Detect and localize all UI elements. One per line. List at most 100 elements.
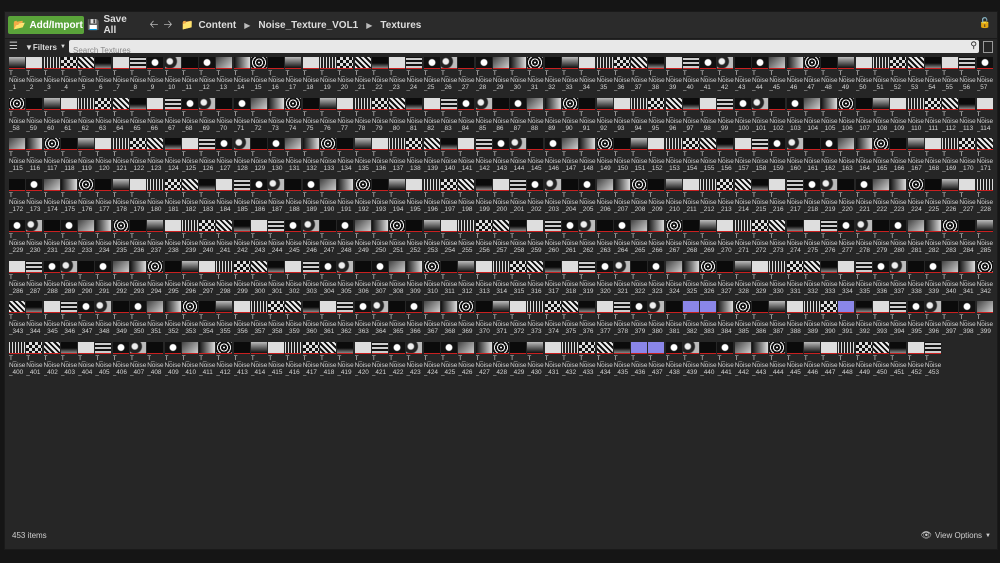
asset-tile[interactable]: T_ Noise _48 (821, 57, 838, 97)
asset-tile[interactable]: T_ Noise _23 (389, 57, 406, 97)
asset-tile[interactable]: T_ Noise _116 (26, 138, 43, 178)
asset-tile[interactable]: T_ Noise _58 (9, 97, 25, 138)
asset-tile[interactable]: T_ Noise _126 (199, 138, 215, 178)
asset-tile[interactable]: T_ Noise _409 (164, 341, 181, 382)
asset-tile[interactable]: T_ Noise _277 (838, 219, 855, 260)
asset-tile[interactable]: T_ Noise _51 (873, 57, 889, 97)
asset-tile[interactable]: T_ Noise _66 (147, 97, 164, 138)
asset-tile[interactable]: T_ Noise _70 (216, 97, 233, 138)
asset-tile[interactable]: T_ Noise _328 (734, 260, 751, 301)
asset-tile[interactable]: T_ Noise _287 (26, 260, 43, 301)
asset-tile[interactable]: T_ Noise _241 (216, 219, 233, 260)
asset-tile[interactable]: T_ Noise _243 (250, 219, 267, 260)
asset-tile[interactable]: T_ Noise _173 (26, 179, 43, 219)
asset-tile[interactable]: T_ Noise _281 (907, 219, 924, 260)
asset-tile[interactable]: T_ Noise _364 (371, 301, 388, 341)
asset-tile[interactable]: T_ Noise _288 (43, 260, 60, 301)
asset-tile[interactable]: T_ Noise _249 (354, 219, 371, 260)
asset-tile[interactable]: T_ Noise _292 (112, 260, 129, 301)
asset-tile[interactable]: T_ Noise _125 (181, 138, 198, 178)
asset-tile[interactable]: T_ Noise _34 (579, 57, 596, 97)
asset-tile[interactable]: T_ Noise _60 (43, 97, 60, 138)
asset-tile[interactable]: T_ Noise _283 (942, 219, 958, 260)
asset-tile[interactable]: T_ Noise _135 (354, 138, 371, 178)
asset-tile[interactable]: T_ Noise _148 (579, 138, 596, 178)
asset-tile[interactable]: T_ Noise _350 (129, 301, 146, 341)
asset-tile[interactable]: T_ Noise _176 (78, 179, 94, 219)
asset-tile[interactable]: T_ Noise _411 (199, 341, 215, 382)
asset-tile[interactable]: T_ Noise _67 (164, 97, 181, 138)
asset-tile[interactable]: T_ Noise _158 (752, 138, 768, 178)
asset-tile[interactable]: T_ Noise _263 (596, 219, 613, 260)
asset-tile[interactable]: T_ Noise _209 (648, 179, 665, 219)
asset-tile[interactable]: T_ Noise _156 (717, 138, 734, 178)
asset-tile[interactable]: T_ Noise _414 (250, 341, 267, 382)
asset-tile[interactable]: T_ Noise _178 (112, 179, 129, 219)
asset-tile[interactable]: T_ Noise _3 (43, 57, 60, 97)
asset-tile[interactable]: T_ Noise _203 (544, 179, 561, 219)
asset-tile[interactable]: T_ Noise _275 (803, 219, 820, 260)
asset-tile[interactable]: T_ Noise _410 (181, 341, 198, 382)
asset-tile[interactable]: T_ Noise _297 (199, 260, 215, 301)
asset-tile[interactable]: T_ Noise _254 (441, 219, 457, 260)
asset-tile[interactable]: T_ Noise _306 (354, 260, 371, 301)
asset-tile[interactable]: T_ Noise _106 (838, 97, 855, 138)
asset-tile[interactable]: T_ Noise _358 (268, 301, 285, 341)
asset-tile[interactable]: T_ Noise _236 (129, 219, 146, 260)
asset-tile[interactable]: T_ Noise _387 (769, 301, 786, 341)
asset-tile[interactable]: T_ Noise _89 (544, 97, 561, 138)
asset-tile[interactable]: T_ Noise _266 (648, 219, 665, 260)
asset-tile[interactable]: T_ Noise _363 (354, 301, 371, 341)
asset-tile[interactable]: T_ Noise _52 (890, 57, 907, 97)
asset-tile[interactable]: T_ Noise _62 (78, 97, 94, 138)
asset-tile[interactable]: T_ Noise _42 (717, 57, 734, 97)
asset-tile[interactable]: T_ Noise _444 (769, 341, 786, 382)
asset-tile[interactable]: T_ Noise _130 (268, 138, 285, 178)
asset-tile[interactable]: T_ Noise _384 (717, 301, 734, 341)
asset-tile[interactable]: T_ Noise _88 (527, 97, 544, 138)
asset-tile[interactable]: T_ Noise _426 (458, 341, 475, 382)
asset-tile[interactable]: T_ Noise _10 (164, 57, 181, 97)
asset-tile[interactable]: T_ Noise _438 (665, 341, 682, 382)
asset-tile[interactable]: T_ Noise _290 (78, 260, 94, 301)
asset-tile[interactable]: T_ Noise _252 (406, 219, 423, 260)
asset-tile[interactable]: T_ Noise _273 (769, 219, 786, 260)
asset-tile[interactable]: T_ Noise _377 (596, 301, 613, 341)
asset-tile[interactable]: T_ Noise _32 (544, 57, 561, 97)
asset-tile[interactable]: T_ Noise _289 (60, 260, 77, 301)
asset-tile[interactable]: T_ Noise _247 (320, 219, 336, 260)
asset-tile[interactable]: T_ Noise _74 (285, 97, 302, 138)
asset-tile[interactable]: T_ Noise _301 (268, 260, 285, 301)
sources-panel-toggle[interactable] (983, 41, 993, 53)
asset-tile[interactable]: T_ Noise _136 (371, 138, 388, 178)
asset-tile[interactable]: T_ Noise _429 (510, 341, 526, 382)
asset-tile[interactable]: T_ Noise _73 (268, 97, 285, 138)
asset-tile[interactable]: T_ Noise _140 (441, 138, 457, 178)
asset-tile[interactable]: T_ Noise _117 (43, 138, 60, 178)
asset-tile[interactable]: T_ Noise _102 (769, 97, 786, 138)
asset-tile[interactable]: T_ Noise _260 (544, 219, 561, 260)
asset-tile[interactable]: T_ Noise _38 (648, 57, 665, 97)
asset-tile[interactable]: T_ Noise _304 (320, 260, 336, 301)
asset-tile[interactable]: T_ Noise _348 (95, 301, 112, 341)
asset-tile[interactable]: T_ Noise _141 (458, 138, 475, 178)
asset-tile[interactable]: T_ Noise _161 (803, 138, 820, 178)
asset-tile[interactable]: T_ Noise _122 (129, 138, 146, 178)
asset-tile[interactable]: T_ Noise _325 (682, 260, 699, 301)
asset-tile[interactable]: T_ Noise _395 (907, 301, 924, 341)
asset-tile[interactable]: T_ Noise _294 (147, 260, 164, 301)
asset-tile[interactable]: T_ Noise _223 (890, 179, 907, 219)
asset-tile[interactable]: T_ Noise _9 (147, 57, 164, 97)
asset-tile[interactable]: T_ Noise _400 (9, 341, 25, 382)
asset-tile[interactable]: T_ Noise _329 (752, 260, 768, 301)
asset-tile[interactable]: T_ Noise _293 (129, 260, 146, 301)
asset-tile[interactable]: T_ Noise _184 (216, 179, 233, 219)
asset-tile[interactable]: T_ Noise _264 (613, 219, 630, 260)
asset-tile[interactable]: T_ Noise _169 (942, 138, 958, 178)
asset-tile[interactable]: T_ Noise _139 (423, 138, 440, 178)
asset-tile[interactable]: T_ Noise _244 (268, 219, 285, 260)
asset-tile[interactable]: T_ Noise _113 (959, 97, 976, 138)
asset-tile[interactable]: T_ Noise _338 (907, 260, 924, 301)
asset-tile[interactable]: T_ Noise _114 (976, 97, 993, 138)
asset-tile[interactable]: T_ Noise _159 (769, 138, 786, 178)
